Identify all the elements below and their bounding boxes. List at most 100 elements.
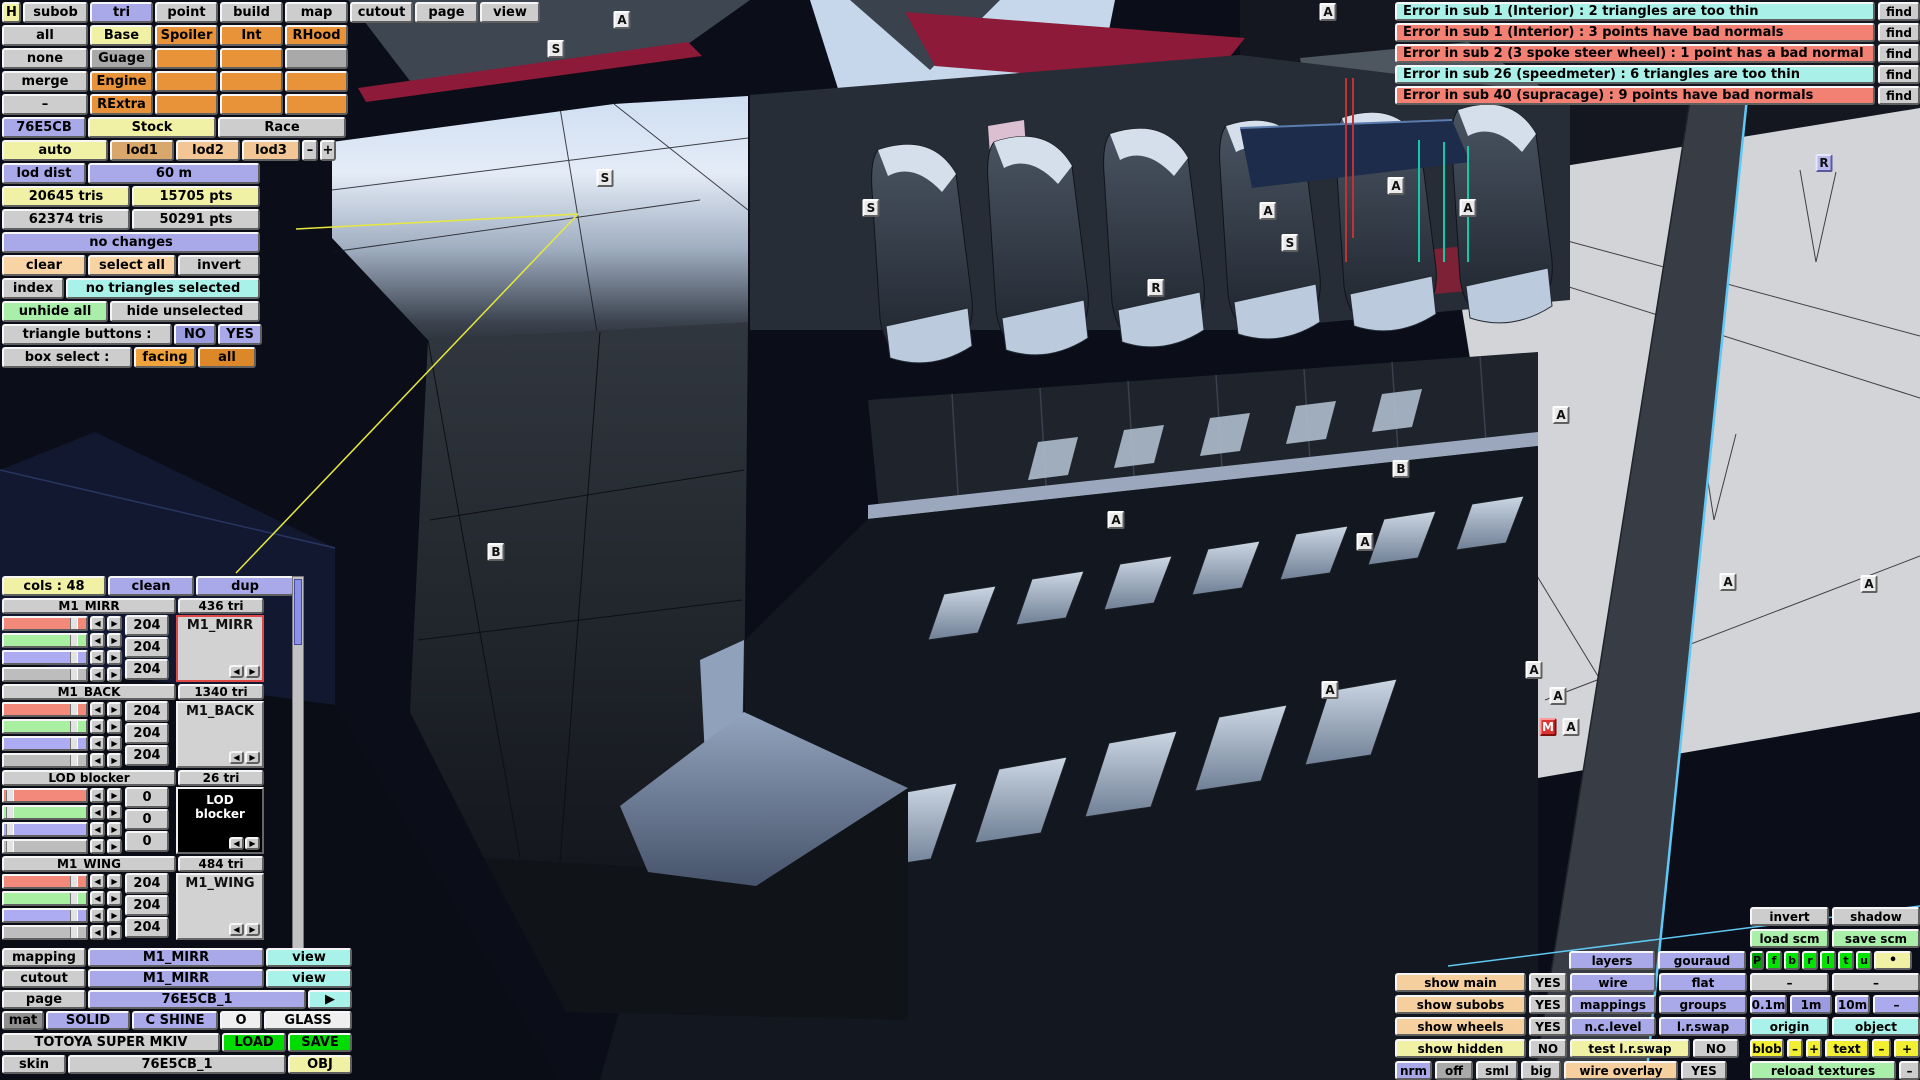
blob-button[interactable]: blob <box>1750 1039 1784 1058</box>
lod-plus-button[interactable]: + <box>320 140 336 161</box>
preview-prev-button[interactable]: ◀ <box>229 923 244 936</box>
slider-increment-button[interactable]: ▶ <box>107 650 122 665</box>
slider-increment-button[interactable]: ▶ <box>107 667 122 682</box>
subob-cell-base-button[interactable]: Base <box>90 25 153 46</box>
slider-increment-button[interactable]: ▶ <box>107 908 122 923</box>
nrm-off-button[interactable]: off <box>1435 1061 1473 1080</box>
material-color-slider[interactable] <box>2 839 88 854</box>
material-color-slider[interactable] <box>2 702 88 717</box>
mat-o-button[interactable]: O <box>220 1011 262 1030</box>
slider-increment-button[interactable]: ▶ <box>107 805 122 820</box>
slider-decrement-button[interactable]: ◀ <box>90 822 105 837</box>
material-value-field[interactable]: 204 <box>125 659 169 680</box>
dash-button-2[interactable]: – <box>1832 973 1920 992</box>
mapping-label[interactable]: mapping <box>2 948 86 967</box>
slider-decrement-button[interactable]: ◀ <box>90 925 105 940</box>
channel-r-button[interactable]: r <box>1802 951 1818 970</box>
slider-thumb[interactable] <box>70 738 78 749</box>
grid-minus-button[interactable]: – <box>1873 995 1920 1014</box>
lr-swap-button[interactable]: l.r.swap <box>1659 1017 1747 1036</box>
material-name-button[interactable]: M1_MIRR <box>2 598 176 614</box>
slider-decrement-button[interactable]: ◀ <box>90 616 105 631</box>
mapping-view-button[interactable]: view <box>266 948 352 967</box>
materials-scrollbar-thumb[interactable] <box>294 579 302 645</box>
mappings-button[interactable]: mappings <box>1570 995 1656 1014</box>
slider-thumb[interactable] <box>6 790 14 801</box>
slider-thumb[interactable] <box>70 669 78 680</box>
slider-decrement-button[interactable]: ◀ <box>90 633 105 648</box>
slider-thumb[interactable] <box>70 876 78 887</box>
index-button[interactable]: index <box>2 278 64 299</box>
slider-thumb[interactable] <box>70 618 78 629</box>
save-scm-button[interactable]: save scm <box>1832 929 1920 948</box>
slider-increment-button[interactable]: ▶ <box>107 633 122 648</box>
preview-prev-button[interactable]: ◀ <box>229 837 244 850</box>
material-preview[interactable]: M1_BACK◀▶ <box>176 701 264 768</box>
box-select-all[interactable]: all <box>198 347 256 368</box>
materials-scrollbar[interactable] <box>292 576 304 952</box>
material-color-slider[interactable] <box>2 667 88 682</box>
preview-next-button[interactable]: ▶ <box>245 751 260 764</box>
slider-thumb[interactable] <box>6 824 14 835</box>
menu-page-tab[interactable]: page <box>415 2 478 23</box>
error-find-button[interactable]: find <box>1878 2 1920 21</box>
subob-cell-button[interactable] <box>220 94 283 115</box>
slider-increment-button[interactable]: ▶ <box>107 788 122 803</box>
page-label[interactable]: page <box>2 990 86 1009</box>
grid-1m-button[interactable]: 1m <box>1790 995 1832 1014</box>
test-lr-swap-state[interactable]: NO <box>1693 1039 1739 1058</box>
error-find-button[interactable]: find <box>1878 65 1920 84</box>
show-wheels-button[interactable]: show wheels <box>1395 1017 1526 1036</box>
menu-h-button[interactable]: H <box>2 2 21 23</box>
reload-textures-button[interactable]: reload textures <box>1750 1061 1896 1080</box>
material-color-slider[interactable] <box>2 753 88 768</box>
show-hidden-state[interactable]: NO <box>1529 1039 1567 1058</box>
slider-thumb[interactable] <box>70 652 78 663</box>
material-color-slider[interactable] <box>2 874 88 889</box>
material-color-slider[interactable] <box>2 616 88 631</box>
slider-increment-button[interactable]: ▶ <box>107 702 122 717</box>
invert-selection-button[interactable]: invert <box>178 255 260 276</box>
load-button[interactable]: LOAD <box>222 1033 286 1052</box>
variant-race-button[interactable]: Race <box>218 117 346 138</box>
material-color-slider[interactable] <box>2 719 88 734</box>
slider-increment-button[interactable]: ▶ <box>107 925 122 940</box>
lod-dist-value[interactable]: 60 m <box>88 163 260 184</box>
material-value-field[interactable]: 204 <box>125 723 169 744</box>
subob-cell-engine-button[interactable]: Engine <box>90 71 153 92</box>
show-main-button[interactable]: show main <box>1395 973 1526 992</box>
material-color-slider[interactable] <box>2 736 88 751</box>
cutout-view-button[interactable]: view <box>266 969 352 988</box>
subob-group-–-button[interactable]: – <box>2 94 88 115</box>
subob-cell-button[interactable] <box>285 48 348 69</box>
slider-thumb[interactable] <box>6 841 14 852</box>
material-value-field[interactable]: 204 <box>125 615 169 636</box>
variant-stock-button[interactable]: Stock <box>88 117 216 138</box>
slider-thumb[interactable] <box>70 927 78 938</box>
material-color-slider[interactable] <box>2 908 88 923</box>
subob-cell-rextra-button[interactable]: RExtra <box>90 94 153 115</box>
viewport-3d[interactable] <box>0 0 1920 1080</box>
subob-cell-button[interactable] <box>220 48 283 69</box>
material-value-field[interactable]: 204 <box>125 745 169 766</box>
slider-increment-button[interactable]: ▶ <box>107 616 122 631</box>
object-button[interactable]: object <box>1832 1017 1920 1036</box>
channel-l-button[interactable]: l <box>1820 951 1836 970</box>
menu-view-tab[interactable]: view <box>480 2 540 23</box>
menu-map-tab[interactable]: map <box>285 2 348 23</box>
grid-0-1m-button[interactable]: 0.1m <box>1750 995 1787 1014</box>
mat-glass-button[interactable]: GLASS <box>264 1011 352 1030</box>
lod2-button[interactable]: lod2 <box>176 140 240 161</box>
material-value-field[interactable]: 204 <box>125 895 169 916</box>
slider-thumb[interactable] <box>70 893 78 904</box>
subob-cell-button[interactable] <box>155 94 218 115</box>
material-value-field[interactable]: 204 <box>125 873 169 894</box>
subob-group-none-button[interactable]: none <box>2 48 88 69</box>
slider-decrement-button[interactable]: ◀ <box>90 702 105 717</box>
channel-u-button[interactable]: u <box>1856 951 1872 970</box>
subob-cell-button[interactable] <box>220 71 283 92</box>
load-scm-button[interactable]: load scm <box>1750 929 1829 948</box>
nrm-sml-button[interactable]: sml <box>1476 1061 1518 1080</box>
material-value-field[interactable]: 204 <box>125 701 169 722</box>
clear-button[interactable]: clear <box>2 255 86 276</box>
